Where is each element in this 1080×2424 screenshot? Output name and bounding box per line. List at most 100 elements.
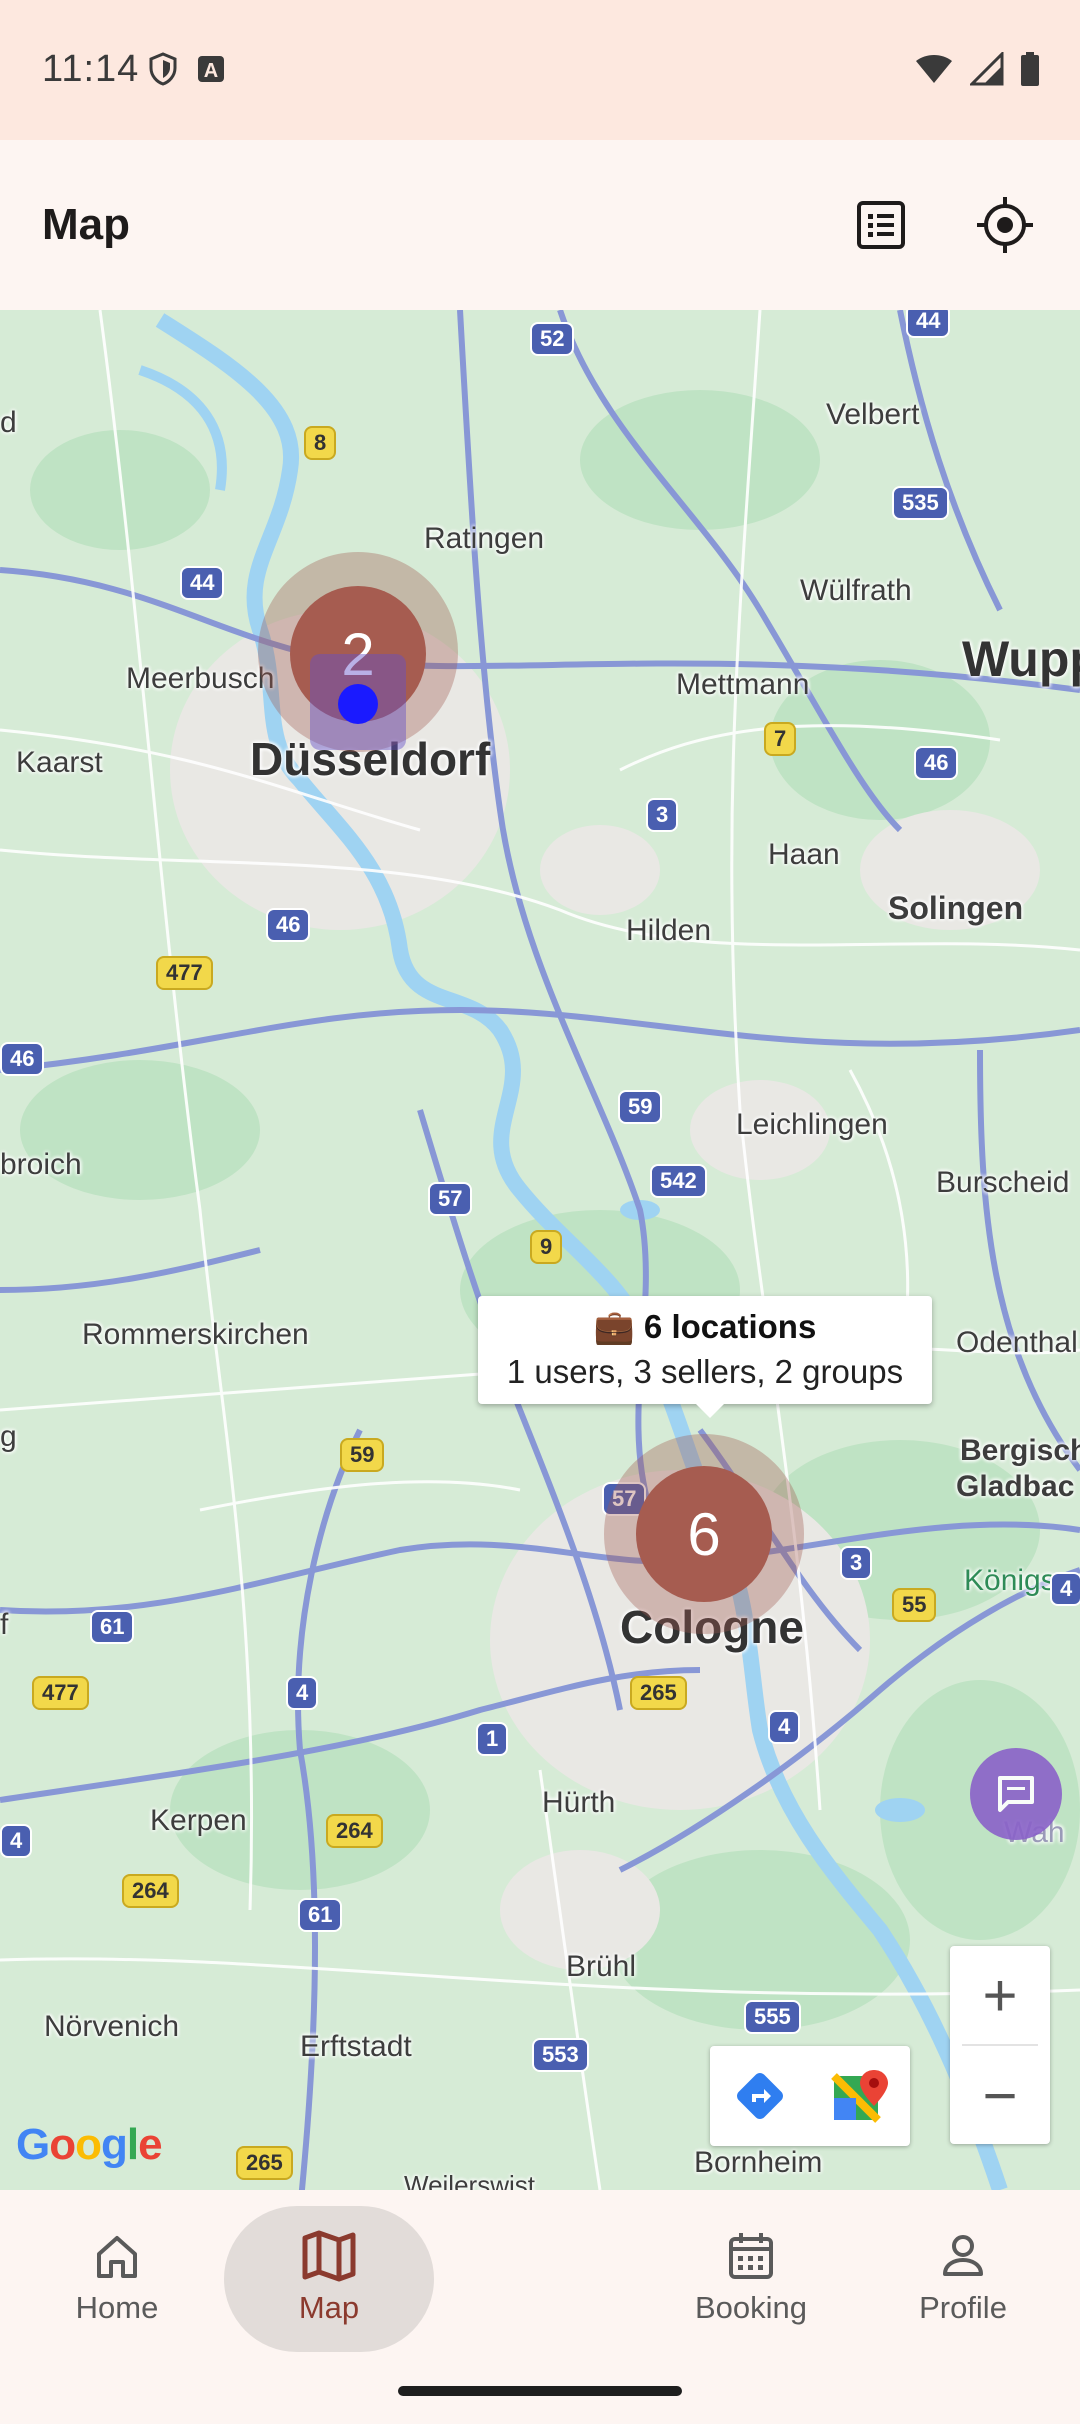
place-label: Leichlingen: [736, 1108, 888, 1141]
road-shield: 265: [236, 2146, 293, 2180]
status-icons-left: A: [148, 52, 226, 86]
map-view[interactable]: Ratingen Meerbusch Kaarst Düsseldorf Met…: [0, 310, 1080, 2190]
road-shield: 46: [0, 1042, 45, 1076]
open-in-maps-button[interactable]: [810, 2046, 910, 2146]
road-shield: 264: [326, 1814, 383, 1848]
google-attribution-logo: Google: [16, 2120, 163, 2169]
road-shield: 477: [32, 1676, 89, 1710]
status-time: 11:14: [42, 48, 140, 90]
cluster-marker-cologne[interactable]: 6: [636, 1466, 772, 1602]
app-notification-icon: A: [198, 56, 224, 82]
road-shield: 44: [180, 566, 225, 600]
top-app-bar: Map: [0, 140, 1080, 310]
road-shield: 61: [90, 1610, 135, 1644]
road-shield: 61: [298, 1898, 343, 1932]
road-shield: 535: [892, 486, 949, 520]
road-shield: 477: [156, 956, 213, 990]
list-icon: [857, 201, 905, 249]
chat-icon: [998, 1776, 1034, 1812]
road-shield: 9: [530, 1230, 563, 1264]
directions-button[interactable]: [710, 2046, 810, 2146]
nav-item-profile[interactable]: Profile: [858, 2190, 1068, 2350]
place-label: Ratingen: [424, 522, 545, 555]
wifi-icon: [916, 55, 952, 83]
place-label: Hilden: [626, 914, 712, 947]
nav-label-home: Home: [75, 2290, 159, 2325]
road-shield: 3: [646, 798, 679, 832]
place-label: broich: [0, 1148, 82, 1181]
road-shield: 4: [768, 1710, 801, 1744]
road-shield: 4: [286, 1676, 319, 1710]
road-shield: 44: [906, 310, 951, 338]
home-icon: [97, 2236, 137, 2278]
road-shield: 59: [618, 1090, 663, 1124]
road-shield: 4: [0, 1824, 33, 1858]
place-label: Kaarst: [16, 746, 103, 779]
place-label: Weilerswist: [404, 2170, 535, 2190]
road-shield: 8: [304, 426, 337, 460]
road-shield: 46: [914, 746, 959, 780]
nav-label-profile: Profile: [919, 2290, 1007, 2325]
place-label: g: [0, 1420, 17, 1453]
list-view-button[interactable]: [846, 190, 916, 260]
place-label: Odenthal: [956, 1326, 1078, 1359]
place-label: Mettmann: [676, 668, 810, 701]
place-label: Haan: [768, 838, 840, 871]
zoom-in-button[interactable]: +: [950, 1946, 1050, 2044]
place-label: Burscheid: [936, 1166, 1070, 1199]
home-indicator[interactable]: [398, 2386, 682, 2396]
map-icon: [302, 2230, 356, 2282]
road-shield: 264: [122, 1874, 179, 1908]
place-label: Hürth: [542, 1786, 616, 1819]
nav-label-map: Map: [298, 2290, 360, 2325]
cluster-info-window[interactable]: 💼 6 locations 1 users, 3 sellers, 2 grou…: [478, 1296, 932, 1418]
zoom-control: + −: [950, 1946, 1050, 2144]
road-shield: 3: [840, 1546, 873, 1580]
directions-icon: [737, 2073, 783, 2119]
my-location-button[interactable]: [970, 190, 1040, 260]
current-location-dot: [338, 684, 378, 724]
road-shield: 55: [892, 1588, 937, 1622]
nav-item-booking[interactable]: Booking: [646, 2190, 856, 2350]
crosshair-icon: [977, 197, 1033, 253]
road-shield: 46: [266, 908, 311, 942]
nav-label-booking: Booking: [694, 2290, 808, 2325]
map-toolbar: [710, 2046, 910, 2146]
place-label: Bornheim: [694, 2146, 823, 2179]
place-label: Meerbusch: [126, 662, 275, 695]
road-shield: 555: [744, 2000, 801, 2034]
place-label: Brühl: [566, 1950, 637, 1983]
signal-icon: [970, 52, 1004, 86]
battery-icon: [1021, 52, 1039, 86]
nav-item-map[interactable]: Map: [224, 2190, 434, 2350]
person-icon: [943, 2235, 983, 2276]
zoom-out-button[interactable]: −: [950, 2046, 1050, 2144]
place-label: Kerpen: [150, 1804, 247, 1837]
road-shield: 1: [476, 1722, 509, 1756]
info-window-subtitle: 1 users, 3 sellers, 2 groups: [506, 1353, 904, 1390]
road-shield: 59: [340, 1438, 385, 1472]
place-label: Bergisch: [960, 1434, 1080, 1467]
chat-button[interactable]: [970, 1748, 1062, 1840]
status-bar: 11:14 A: [0, 0, 1080, 140]
road-shield: 52: [530, 322, 575, 356]
road-shield: 4: [1050, 1572, 1080, 1606]
page-title: Map: [42, 200, 130, 249]
road-shield: 542: [650, 1164, 707, 1198]
svg-text:A: A: [204, 60, 218, 82]
place-label: Velbert: [826, 398, 920, 431]
place-label: d: [0, 406, 17, 439]
status-icons-right: [914, 52, 1040, 86]
place-label: Rommerskirchen: [82, 1318, 309, 1351]
place-label: Solingen: [888, 890, 1024, 926]
road-shield: 265: [630, 1676, 687, 1710]
nav-item-home[interactable]: Home: [12, 2190, 222, 2350]
place-label: f: [0, 1608, 9, 1641]
place-label: Wülfrath: [800, 574, 912, 607]
calendar-icon: [729, 2233, 773, 2279]
place-label-city: Wupp: [962, 631, 1080, 687]
place-label: Nörvenich: [44, 2010, 180, 2043]
road-shield: 7: [764, 722, 797, 756]
info-window-tail: [696, 1404, 724, 1418]
shield-icon: [149, 52, 177, 86]
